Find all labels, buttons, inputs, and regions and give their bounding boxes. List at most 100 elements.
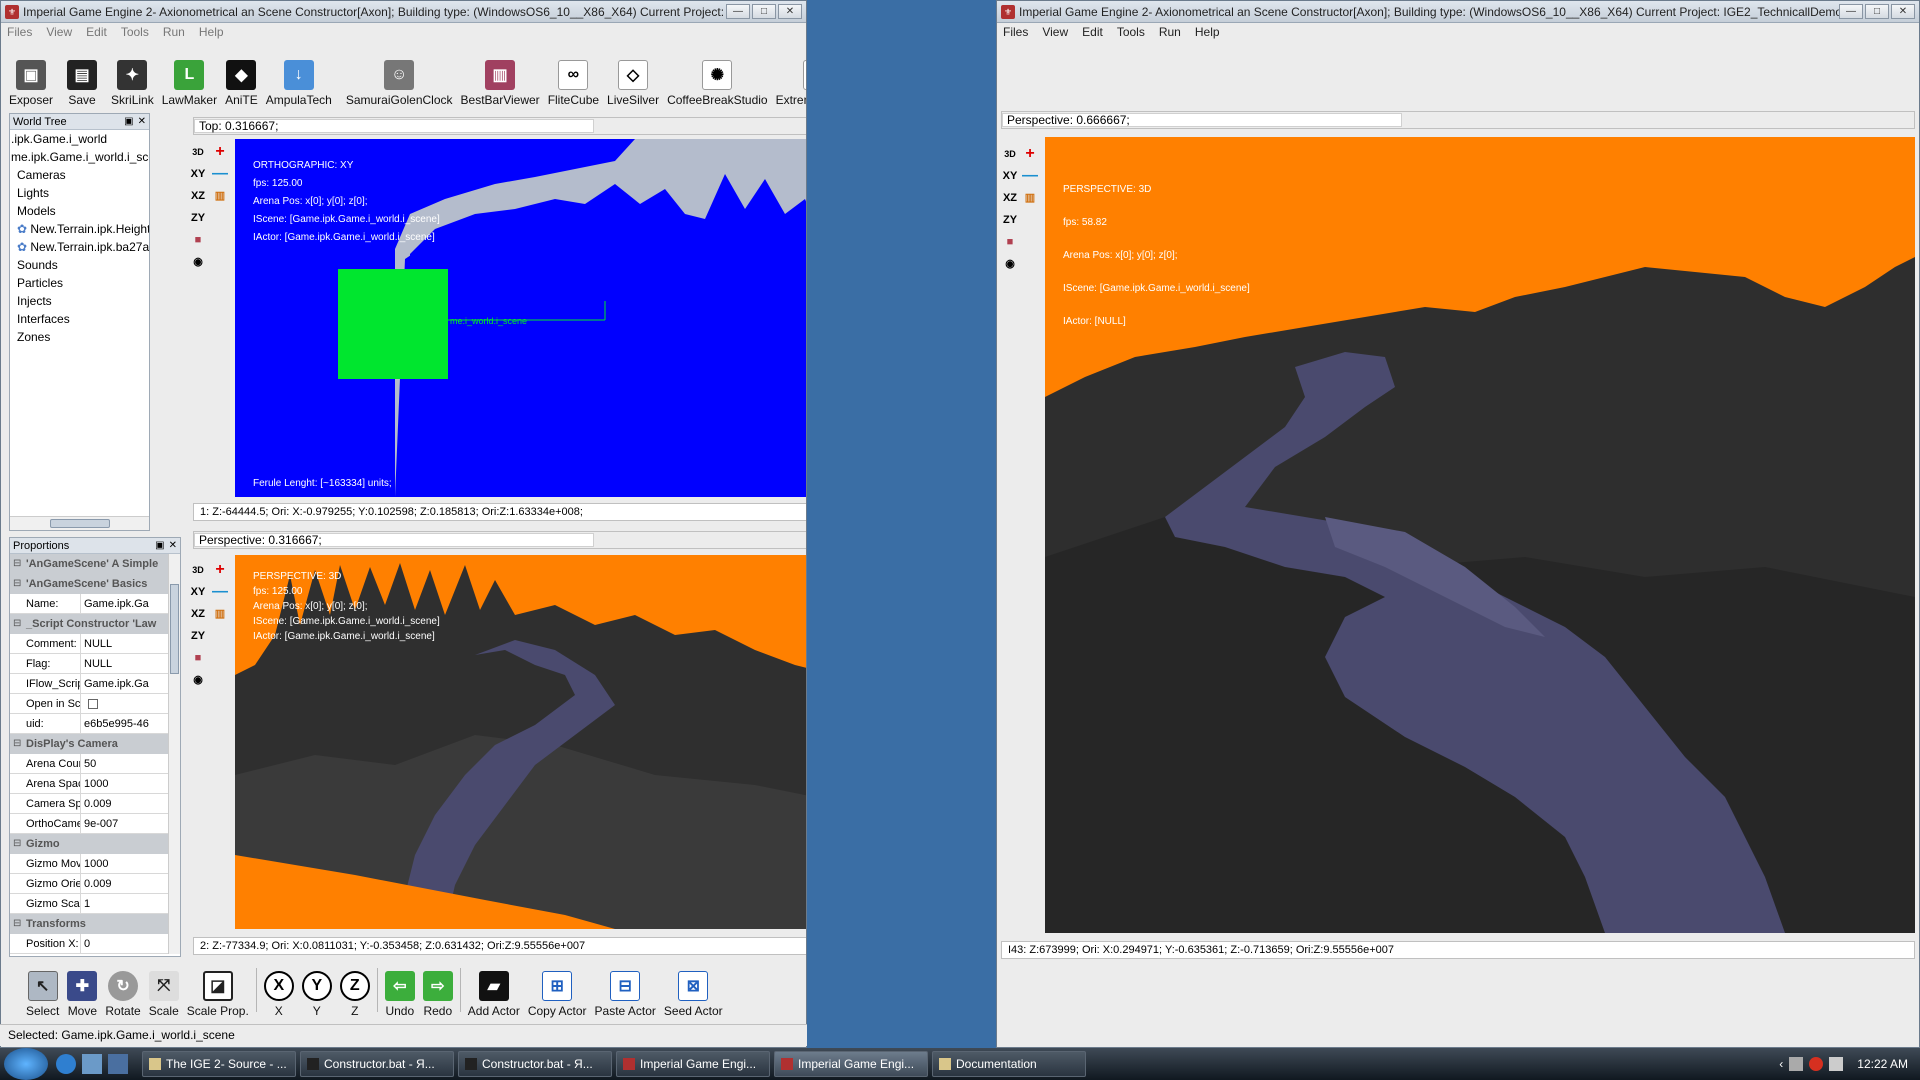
menu-view[interactable]: View xyxy=(46,25,72,39)
add-actor-button[interactable]: ▰ Add Actor xyxy=(464,962,524,1018)
property-value[interactable] xyxy=(80,694,168,713)
render-mode-icon[interactable]: ■ xyxy=(195,647,202,669)
menu-help[interactable]: Help xyxy=(1195,25,1220,39)
property-value[interactable]: 1000 xyxy=(80,854,168,873)
view-xy-button[interactable]: XY xyxy=(191,163,206,185)
property-value[interactable]: 0.009 xyxy=(80,794,168,813)
eye-icon[interactable]: ◉ xyxy=(1005,253,1015,275)
right-viewport[interactable]: PERSPECTIVE: 3D fps: 58.82 Arena Pos: x[… xyxy=(1045,137,1915,933)
props-scrollbar[interactable] xyxy=(168,554,180,954)
samuraigolenclock-button[interactable]: ☺ SamuraiGolenClock xyxy=(342,49,457,107)
view-xz-button[interactable]: XZ xyxy=(191,185,205,207)
axis-x-button[interactable]: XX xyxy=(260,962,298,1018)
float-icon[interactable]: ▣ xyxy=(124,116,133,127)
tree-item[interactable]: Injects xyxy=(11,292,149,310)
menu-run[interactable]: Run xyxy=(1159,25,1181,39)
skrilink-button[interactable]: ✦ SkriLink xyxy=(107,49,158,107)
desktop-icon[interactable] xyxy=(108,1054,128,1074)
paste-actor-button[interactable]: ⊟ Paste Actor xyxy=(591,962,660,1018)
menu-files[interactable]: Files xyxy=(7,25,32,39)
property-group[interactable]: Gizmo xyxy=(10,834,168,854)
undo-button[interactable]: ⇦ Undo xyxy=(381,962,419,1018)
tree-item[interactable]: .ipk.Game.i_world xyxy=(11,130,149,148)
scale-tool-button[interactable]: ⤧ Scale xyxy=(145,962,183,1018)
close-button[interactable]: ✕ xyxy=(1891,4,1915,19)
maximize-button[interactable]: □ xyxy=(752,4,776,19)
menu-edit[interactable]: Edit xyxy=(86,25,107,39)
livesilver-button[interactable]: ◇ LiveSilver xyxy=(603,49,663,107)
plus-icon[interactable]: + xyxy=(215,559,224,581)
scroll-thumb[interactable] xyxy=(170,584,179,674)
view-zy-button[interactable]: ZY xyxy=(191,625,205,647)
select-tool-button[interactable]: ↖ Select xyxy=(22,962,63,1018)
tree-item[interactable]: Interfaces xyxy=(11,310,149,328)
task-item[interactable]: Constructor.bat - Я... xyxy=(300,1051,454,1077)
tree-item[interactable]: Particles xyxy=(11,274,149,292)
tree-item[interactable]: Zones xyxy=(11,328,149,346)
seed-actor-button[interactable]: ⊠ Seed Actor xyxy=(660,962,727,1018)
scroll-thumb[interactable] xyxy=(50,519,110,528)
persp-viewport[interactable]: PERSPECTIVE: 3D fps: 125.00 Arena Pos: x… xyxy=(235,555,806,929)
property-value[interactable]: e6b5e995-46 xyxy=(80,714,168,733)
maximize-button[interactable]: □ xyxy=(1865,4,1889,19)
start-button[interactable] xyxy=(4,1048,48,1080)
warning-icon[interactable] xyxy=(1809,1057,1824,1071)
lawmaker-button[interactable]: L LawMaker xyxy=(158,49,221,107)
view-xy-button[interactable]: XY xyxy=(191,581,206,603)
open-in-script-checkbox[interactable] xyxy=(88,699,98,709)
minimize-button[interactable]: — xyxy=(726,4,750,19)
tree-scrollbar[interactable] xyxy=(10,516,149,530)
tree-item[interactable]: Cameras xyxy=(11,166,149,184)
ampulatech-button[interactable]: ↓ AmpulaTech xyxy=(262,49,336,107)
menu-run[interactable]: Run xyxy=(163,25,185,39)
explorer-icon[interactable] xyxy=(82,1054,102,1074)
clock[interactable]: 12:22 AM xyxy=(1857,1057,1908,1071)
task-item[interactable]: Constructor.bat - Я... xyxy=(458,1051,612,1077)
tree-item[interactable]: Lights xyxy=(11,184,149,202)
task-item[interactable]: Imperial Game Engi... xyxy=(616,1051,770,1077)
rotate-tool-button[interactable]: ↻ Rotate xyxy=(101,962,144,1018)
minus-icon[interactable]: — xyxy=(212,163,228,185)
property-group[interactable]: Transforms xyxy=(10,914,168,934)
flitecube-button[interactable]: ∞ FliteCube xyxy=(544,49,603,107)
tree-item[interactable]: me.ipk.Game.i_world.i_scene xyxy=(11,148,149,166)
property-value[interactable]: 0.009 xyxy=(80,874,168,893)
property-group[interactable]: DisPlay's Camera xyxy=(10,734,168,754)
pillar-icon[interactable]: ▥ xyxy=(215,185,225,207)
task-item[interactable]: The IGE 2- Source - ... xyxy=(142,1051,296,1077)
property-value[interactable]: 1000 xyxy=(80,774,168,793)
property-value[interactable]: 9e-007 xyxy=(80,814,168,833)
view-3d-button[interactable]: 3D xyxy=(192,141,204,163)
bestbarviewer-button[interactable]: ▥ BestBarViewer xyxy=(457,49,544,107)
copy-actor-button[interactable]: ⊞ Copy Actor xyxy=(524,962,591,1018)
pillar-icon[interactable]: ▥ xyxy=(1025,187,1035,209)
axis-y-button[interactable]: YY xyxy=(298,962,336,1018)
extremegarage-button[interactable]: ●ExtremeGarage xyxy=(772,49,806,107)
eye-icon[interactable]: ◉ xyxy=(193,251,203,273)
coffeebreakstudio-button[interactable]: ✺ CoffeeBreakStudio xyxy=(663,49,772,107)
menu-edit[interactable]: Edit xyxy=(1082,25,1103,39)
view-zy-button[interactable]: ZY xyxy=(1003,209,1017,231)
move-tool-button[interactable]: ✚ Move xyxy=(63,962,101,1018)
render-mode-icon[interactable]: ■ xyxy=(195,229,202,251)
property-group[interactable]: 'AnGameScene' Basics xyxy=(10,574,168,594)
menu-help[interactable]: Help xyxy=(199,25,224,39)
view-3d-button[interactable]: 3D xyxy=(1004,143,1016,165)
left-titlebar[interactable]: ⚜ Imperial Game Engine 2- Axionometrical… xyxy=(1,1,806,23)
view-zy-button[interactable]: ZY xyxy=(191,207,205,229)
pillar-icon[interactable]: ▥ xyxy=(215,603,225,625)
view-xy-button[interactable]: XY xyxy=(1003,165,1018,187)
property-value[interactable]: NULL xyxy=(80,634,168,653)
ie-icon[interactable] xyxy=(56,1054,76,1074)
float-icon[interactable]: ▣ xyxy=(155,540,164,551)
menu-tools[interactable]: Tools xyxy=(121,25,149,39)
anite-button[interactable]: ◆ AniTE xyxy=(221,49,262,107)
scale-prop-tool-button[interactable]: ◪ Scale Prop. xyxy=(183,962,253,1018)
axis-z-button[interactable]: ZZ xyxy=(336,962,374,1018)
minus-icon[interactable]: — xyxy=(212,581,228,603)
view-xz-button[interactable]: XZ xyxy=(1003,187,1017,209)
gizmo-box[interactable] xyxy=(338,269,448,379)
minimize-button[interactable]: — xyxy=(1839,4,1863,19)
volume-icon[interactable] xyxy=(1829,1057,1844,1071)
tree-item[interactable]: Models xyxy=(11,202,149,220)
